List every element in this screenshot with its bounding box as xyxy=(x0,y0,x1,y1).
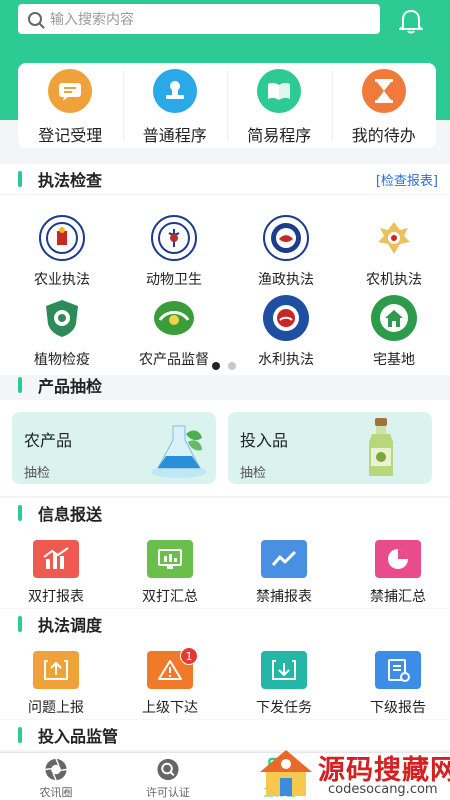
quick-my-todo-label: 我的待办 xyxy=(351,126,416,145)
dispatch-subordinate-report-button[interactable]: 下级报告 xyxy=(342,651,450,717)
reporting-header: 信息报送 xyxy=(0,498,450,528)
stamp-icon xyxy=(152,69,197,113)
enforcement-item-produce-supervision[interactable]: 农产品监督 xyxy=(118,295,230,369)
search-icon xyxy=(28,12,42,26)
sampling-header: 产品抽检 xyxy=(0,370,450,400)
animal-health-emblem-icon xyxy=(151,215,197,261)
quick-my-todo-button[interactable]: 我的待办 xyxy=(331,63,437,148)
plant-quarantine-emblem-icon xyxy=(39,295,85,341)
enforcement-label: 水利执法 xyxy=(258,352,314,368)
book-icon xyxy=(257,69,302,113)
enforcement-label: 农产品监督 xyxy=(139,352,209,368)
farm-machinery-emblem-icon xyxy=(371,215,417,261)
download-icon xyxy=(261,651,307,689)
aperture-icon xyxy=(45,758,67,781)
dispatch-issue-report-button[interactable]: 问题上报 xyxy=(0,651,112,717)
quick-register-label: 登记受理 xyxy=(38,126,103,145)
card-sub: 抽检 xyxy=(240,466,267,481)
homestead-emblem-icon xyxy=(371,295,417,341)
card-title: 投入品 xyxy=(240,431,289,450)
dispatch-issue-task-button[interactable]: 下发任务 xyxy=(228,651,340,717)
report-label: 双打报表 xyxy=(28,589,84,605)
enforcement-label: 农机执法 xyxy=(366,272,422,288)
line-chart-icon xyxy=(261,540,307,578)
carousel-dot[interactable] xyxy=(212,362,220,370)
quick-actions: 登记受理 普通程序 简易程序 我的待办 xyxy=(18,63,436,148)
report-icon xyxy=(375,651,421,689)
enforcement-item-water-resources[interactable]: 水利执法 xyxy=(230,295,342,369)
report-fishing-ban-summary-button[interactable]: 禁捕汇总 xyxy=(342,540,450,606)
enforcement-label: 农业执法 xyxy=(34,272,90,288)
inspection-report-link[interactable]: [检查报表] xyxy=(376,170,438,189)
quick-simple-procedure-button[interactable]: 简易程序 xyxy=(227,63,332,148)
report-label: 禁捕报表 xyxy=(256,589,312,605)
enforcement-label: 宅基地 xyxy=(373,352,415,368)
watermark-url: codesocang.com xyxy=(328,782,438,797)
enforcement-label: 渔政执法 xyxy=(258,272,314,288)
enforcement-item-animal-health[interactable]: 动物卫生 xyxy=(118,215,230,289)
inputs-supervision-title: 投入品监管 xyxy=(38,727,119,746)
dispatch-title: 执法调度 xyxy=(38,616,103,635)
report-label: 双打汇总 xyxy=(142,589,198,605)
enforcement-label: 植物检疫 xyxy=(34,352,90,368)
report-double-strike-table-button[interactable]: 双打报表 xyxy=(0,540,112,606)
enforcement-label: 动物卫生 xyxy=(146,272,202,288)
dispatch-label: 下级报告 xyxy=(370,700,426,716)
bell-icon[interactable] xyxy=(397,8,425,34)
hourglass-icon xyxy=(361,69,406,113)
report-label: 禁捕汇总 xyxy=(370,589,426,605)
tab-news-circle[interactable]: 农讯圈 xyxy=(0,753,112,800)
enforcement-item-homestead[interactable]: 宅基地 xyxy=(338,295,450,369)
upload-icon xyxy=(33,651,79,689)
search-placeholder: 输入搜索内容 xyxy=(50,12,134,28)
watermark-house-logo xyxy=(260,750,312,796)
search-tab-icon xyxy=(157,758,179,781)
enforcement-item-fishery[interactable]: 渔政执法 xyxy=(230,215,342,289)
produce-supervision-emblem-icon xyxy=(151,295,197,341)
dispatch-label: 上级下达 xyxy=(142,700,198,716)
quick-normal-procedure-label: 普通程序 xyxy=(142,126,207,145)
tab-label: 许可认证 xyxy=(146,786,190,799)
enforcement-title: 执法检查 xyxy=(38,171,103,190)
enforcement-item-plant-quarantine[interactable]: 植物检疫 xyxy=(6,295,118,369)
carousel-dots xyxy=(212,362,236,370)
dispatch-header: 执法调度 xyxy=(0,609,450,639)
card-sub: 抽检 xyxy=(24,466,51,481)
watermark: 源码搜藏网 codesocang.com xyxy=(248,744,450,800)
agriculture-emblem-icon xyxy=(39,215,85,261)
enforcement-item-farm-machinery[interactable]: 农机执法 xyxy=(338,215,450,289)
dispatch-label: 下发任务 xyxy=(256,700,312,716)
pie-chart-icon xyxy=(375,540,421,578)
report-fishing-ban-table-button[interactable]: 禁捕报表 xyxy=(228,540,340,606)
monitor-chart-icon xyxy=(147,540,193,578)
sampling-card-produce[interactable]: 农产品 抽检 xyxy=(12,412,216,484)
enforcement-item-agriculture[interactable]: 农业执法 xyxy=(6,215,118,289)
report-double-strike-summary-button[interactable]: 双打汇总 xyxy=(114,540,226,606)
water-resources-emblem-icon xyxy=(263,295,309,341)
fishery-emblem-icon xyxy=(263,215,309,261)
quick-simple-procedure-label: 简易程序 xyxy=(247,126,312,145)
reporting-title: 信息报送 xyxy=(38,505,103,524)
dispatch-superior-order-button[interactable]: 1 上级下达 xyxy=(114,647,226,717)
quick-normal-procedure-button[interactable]: 普通程序 xyxy=(122,63,228,148)
enforcement-header: 执法检查 [检查报表] xyxy=(0,164,450,194)
search-input[interactable]: 输入搜索内容 xyxy=(18,4,380,34)
register-icon xyxy=(48,69,93,113)
card-title: 农产品 xyxy=(24,431,73,450)
tab-license-certification[interactable]: 许可认证 xyxy=(112,753,224,800)
quick-register-button[interactable]: 登记受理 xyxy=(18,63,123,148)
notification-badge: 1 xyxy=(180,647,198,665)
bar-chart-icon xyxy=(33,540,79,578)
sampling-card-inputs[interactable]: 投入品 抽检 xyxy=(228,412,432,484)
bottle-icon xyxy=(369,418,393,476)
carousel-dot[interactable] xyxy=(228,362,236,370)
flask-icon xyxy=(151,425,207,478)
tab-label: 农讯圈 xyxy=(39,786,73,799)
sampling-title: 产品抽检 xyxy=(38,377,103,396)
dispatch-label: 问题上报 xyxy=(28,700,84,716)
